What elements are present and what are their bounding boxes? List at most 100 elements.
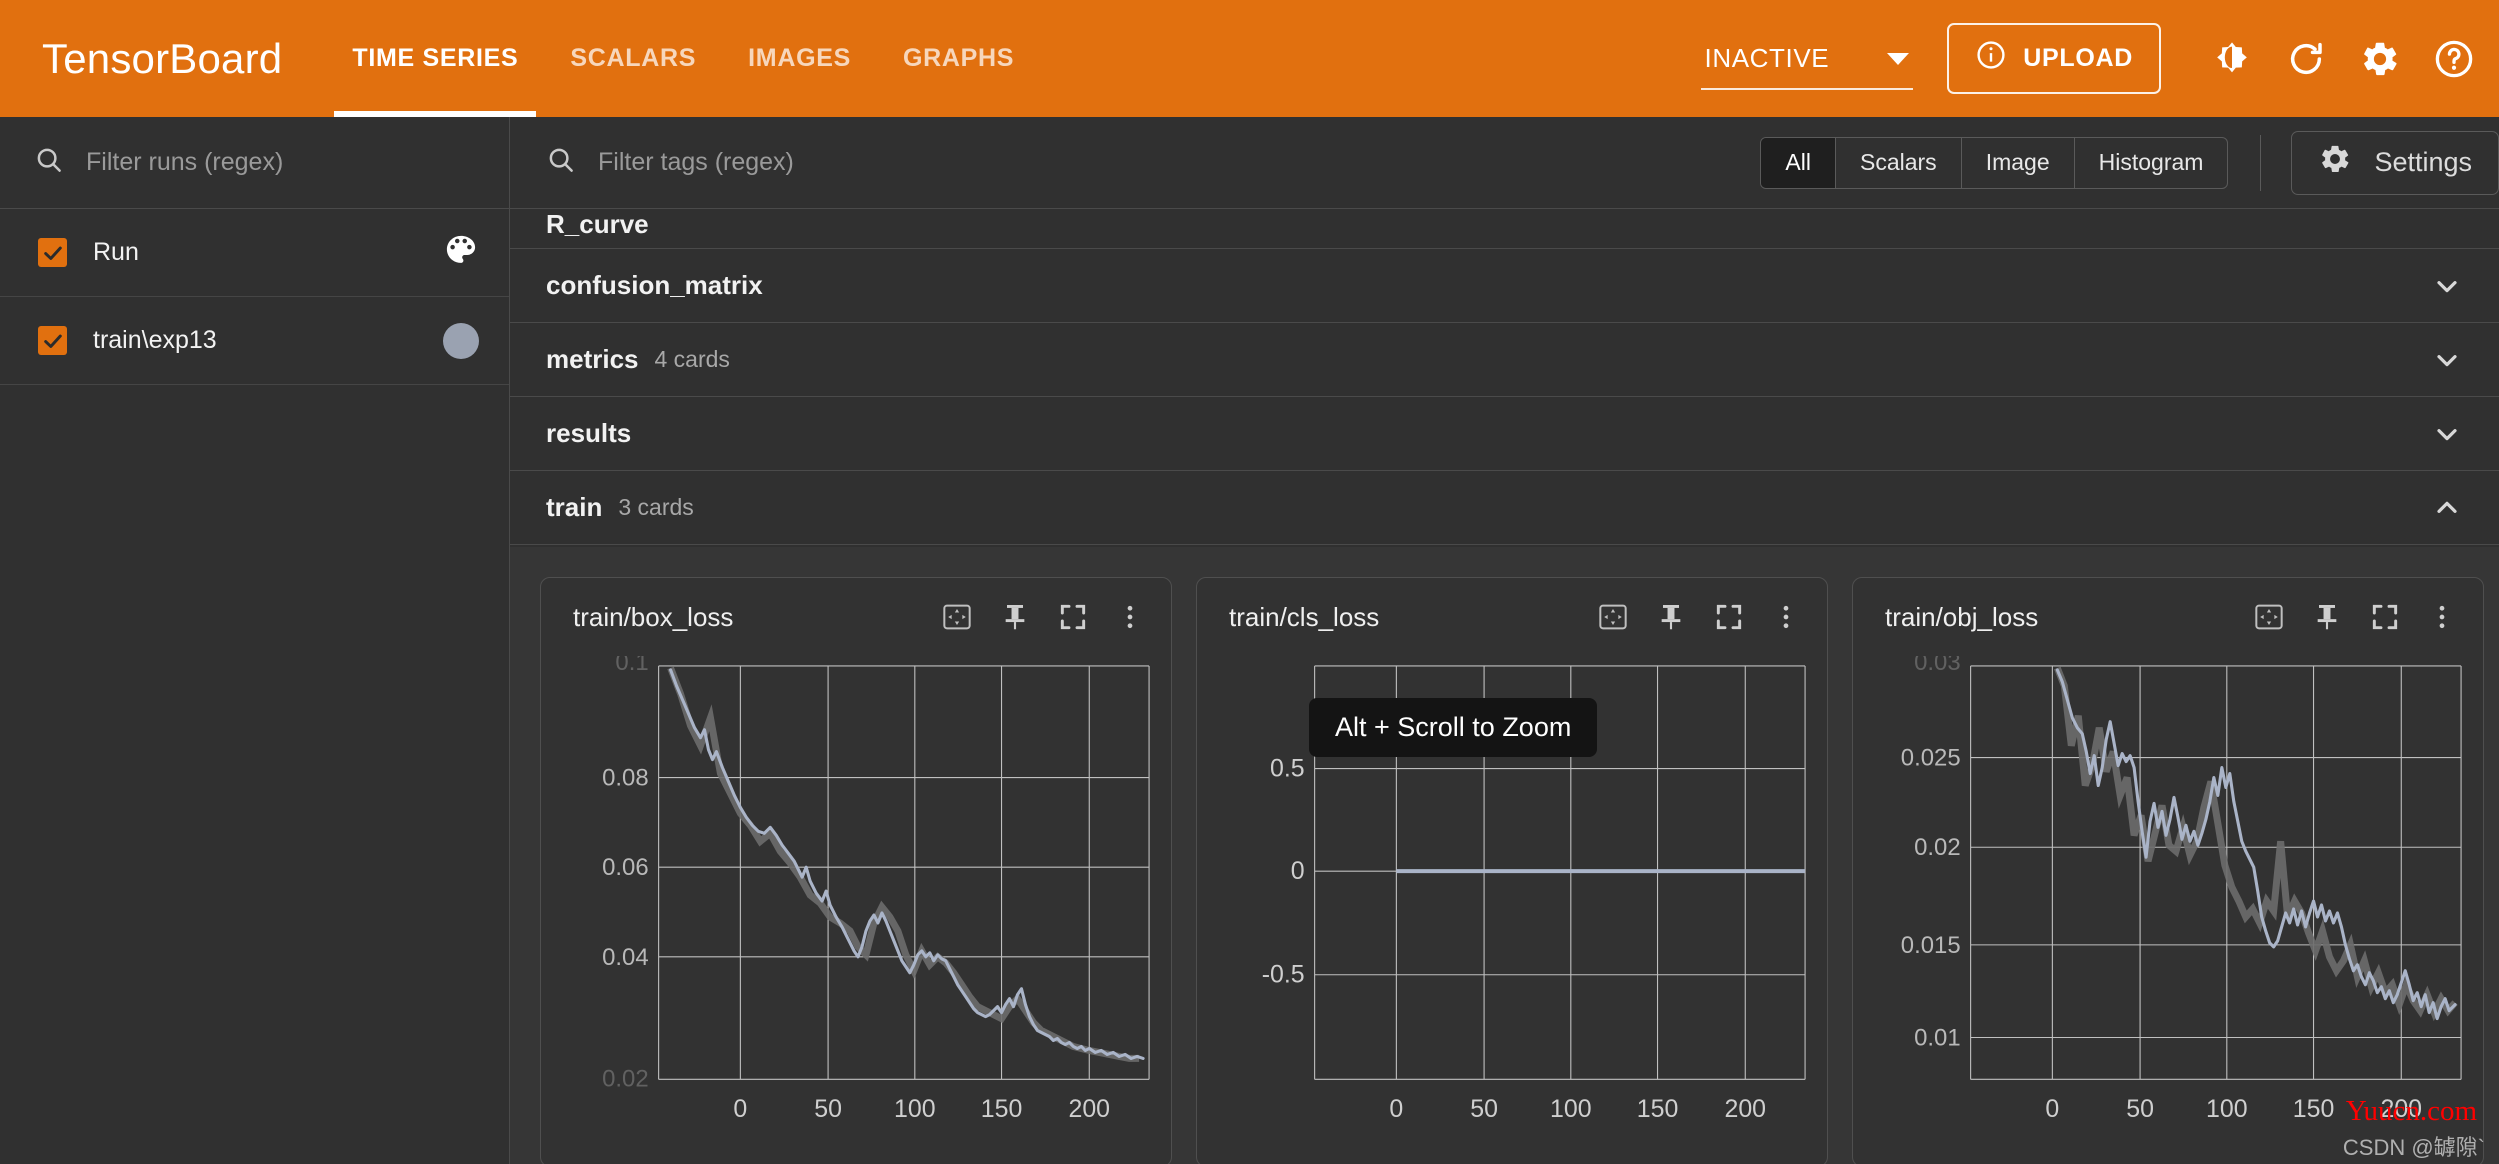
tab-scalars[interactable]: SCALARS: [544, 0, 722, 117]
chevron-down-icon-confusion-matrix[interactable]: [2431, 270, 2463, 302]
plugin-filter-group: All Scalars Image Histogram: [1760, 137, 2228, 189]
watermark-csdn: CSDN @罅隙`: [2343, 1130, 2485, 1162]
series-line-box-loss: [671, 670, 1144, 1058]
svg-text:0: 0: [1291, 857, 1305, 885]
train-cards-area: train/box_loss: [510, 547, 2499, 1164]
svg-text:150: 150: [981, 1095, 1023, 1123]
chart-card-box-loss[interactable]: train/box_loss: [540, 577, 1172, 1164]
svg-text:150: 150: [2293, 1095, 2335, 1123]
tab-time-series-label: TIME SERIES: [352, 44, 518, 73]
watermark-yuucn: Yuucn.com: [2346, 1095, 2477, 1128]
fullscreen-icon-box-loss[interactable]: [1057, 601, 1089, 633]
chart-card-cls-loss[interactable]: train/cls_loss: [1196, 577, 1828, 1164]
svg-text:0.02: 0.02: [1914, 834, 1961, 861]
run-label-train-exp13: train\exp13: [93, 326, 217, 355]
group-name-metrics: metrics: [546, 344, 639, 375]
group-name-confusion-matrix: confusion_matrix: [546, 270, 763, 301]
more-vert-icon-cls-loss[interactable]: [1771, 602, 1801, 632]
color-dot-icon[interactable]: [443, 323, 479, 359]
svg-text:0.01: 0.01: [1914, 1024, 1961, 1051]
filter-image[interactable]: Image: [1962, 138, 2075, 188]
fullscreen-icon-obj-loss[interactable]: [2369, 601, 2401, 633]
zoom-hint-tooltip: Alt + Scroll to Zoom: [1309, 698, 1597, 757]
upload-button[interactable]: UPLOAD: [1947, 23, 2161, 94]
tensorboard-app: TensorBoard TIME SERIES SCALARS IMAGES G…: [0, 0, 2499, 1164]
top-app-bar: TensorBoard TIME SERIES SCALARS IMAGES G…: [0, 0, 2499, 117]
group-row-train[interactable]: train 3 cards: [510, 471, 2499, 545]
filter-tags-placeholder[interactable]: Filter tags (regex): [598, 148, 794, 177]
y-tick-labels: 0.1 0.08 0.06 0.04 0.02: [602, 656, 649, 1092]
help-icon: [2433, 38, 2475, 80]
reload-status-dropdown[interactable]: INACTIVE: [1701, 43, 1914, 90]
series-line-obj-loss: [2057, 670, 2455, 1019]
svg-text:50: 50: [1470, 1095, 1498, 1123]
fit-domain-icon-cls-loss[interactable]: [1597, 601, 1629, 633]
pin-icon-box-loss[interactable]: [999, 601, 1031, 633]
filter-all-label: All: [1785, 149, 1811, 176]
tab-images[interactable]: IMAGES: [722, 0, 877, 117]
chevron-down-icon-metrics[interactable]: [2431, 344, 2463, 376]
top-bar-actions: INACTIVE UPLOAD: [1701, 0, 2499, 117]
svg-text:0: 0: [1389, 1095, 1403, 1123]
run-checkbox-train-exp13[interactable]: [38, 326, 67, 355]
chart-svg-box-loss: 0.1 0.08 0.06 0.04 0.02 0 50: [541, 656, 1171, 1164]
brightness-toggle-button[interactable]: [2195, 22, 2269, 96]
chart-plot-box-loss[interactable]: 0.1 0.08 0.06 0.04 0.02 0 50: [541, 656, 1171, 1164]
reload-button[interactable]: [2269, 22, 2343, 96]
tab-graphs[interactable]: GRAPHS: [877, 0, 1040, 117]
run-color-controls[interactable]: [443, 232, 479, 273]
grid-lines: [1971, 666, 2461, 1079]
group-row-r-curve[interactable]: R_curve: [510, 209, 2499, 249]
filter-runs-field[interactable]: Filter runs (regex): [0, 117, 509, 209]
svg-text:0.015: 0.015: [1901, 932, 1961, 959]
svg-text:100: 100: [2206, 1095, 2248, 1123]
fullscreen-icon-cls-loss[interactable]: [1713, 601, 1745, 633]
pin-icon-obj-loss[interactable]: [2311, 601, 2343, 633]
group-row-results[interactable]: results: [510, 397, 2499, 471]
y-tick-labels: 0.5 0 -0.5: [1262, 755, 1305, 989]
chart-plot-obj-loss[interactable]: 0.03 0.025 0.02 0.015 0.01 0 50: [1853, 656, 2483, 1164]
svg-text:0.02: 0.02: [602, 1065, 649, 1092]
chart-card-obj-loss[interactable]: train/obj_loss: [1852, 577, 2484, 1164]
x-tick-labels: 0 50 100 150 200: [1389, 1095, 1766, 1123]
reload-status-value: INACTIVE: [1705, 43, 1830, 74]
more-vert-icon-box-loss[interactable]: [1115, 602, 1145, 632]
svg-text:0.03: 0.03: [1914, 656, 1961, 676]
card-title-box-loss: train/box_loss: [573, 602, 733, 633]
chevron-down-icon-results[interactable]: [2431, 418, 2463, 450]
palette-icon[interactable]: [443, 232, 479, 273]
filter-runs-placeholder: Filter runs (regex): [86, 148, 283, 177]
svg-text:50: 50: [814, 1095, 842, 1123]
search-icon: [34, 145, 64, 180]
group-name-r-curve: R_curve: [546, 209, 649, 240]
settings-button[interactable]: [2343, 22, 2417, 96]
filter-all[interactable]: All: [1761, 138, 1836, 188]
filter-scalars[interactable]: Scalars: [1836, 138, 1962, 188]
run-checkbox-all[interactable]: [38, 238, 67, 267]
run-swatch-wrap[interactable]: [443, 323, 479, 359]
more-vert-icon-obj-loss[interactable]: [2427, 602, 2457, 632]
group-row-confusion-matrix[interactable]: confusion_matrix: [510, 249, 2499, 323]
card-header-box-loss: train/box_loss: [541, 578, 1171, 656]
group-row-metrics[interactable]: metrics 4 cards: [510, 323, 2499, 397]
svg-text:200: 200: [1068, 1095, 1110, 1123]
fit-domain-icon-box-loss[interactable]: [941, 601, 973, 633]
pin-icon-cls-loss[interactable]: [1655, 601, 1687, 633]
chevron-up-icon-train[interactable]: [2431, 492, 2463, 524]
tag-group-list: R_curve confusion_matrix metrics 4 cards: [510, 209, 2499, 1164]
svg-text:100: 100: [894, 1095, 936, 1123]
filter-histogram[interactable]: Histogram: [2075, 138, 2228, 188]
tab-time-series[interactable]: TIME SERIES: [326, 0, 544, 117]
main-nav: TIME SERIES SCALARS IMAGES GRAPHS: [326, 0, 1040, 117]
run-row-train-exp13[interactable]: train\exp13: [0, 297, 509, 385]
dashboard-settings-button[interactable]: Settings: [2291, 131, 2499, 195]
card-title-cls-loss: train/cls_loss: [1229, 602, 1379, 633]
run-row-header[interactable]: Run: [0, 209, 509, 297]
group-count-train: 3 cards: [618, 494, 693, 521]
help-button[interactable]: [2417, 22, 2491, 96]
fit-domain-icon-obj-loss[interactable]: [2253, 601, 2285, 633]
brightness-icon: [2212, 39, 2252, 79]
group-count-metrics: 4 cards: [655, 346, 730, 373]
chart-svg-obj-loss: 0.03 0.025 0.02 0.015 0.01 0 50: [1853, 656, 2483, 1164]
svg-text:0.08: 0.08: [602, 765, 649, 792]
